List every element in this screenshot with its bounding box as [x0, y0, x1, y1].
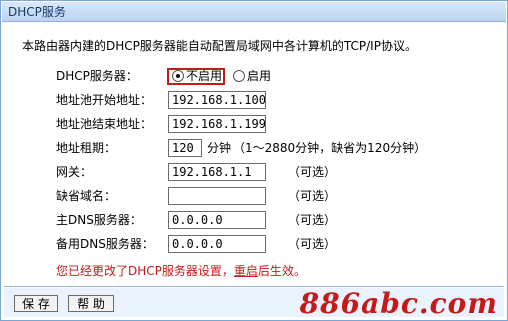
save-button[interactable]: 保 存	[14, 295, 58, 312]
help-button[interactable]: 帮 助	[68, 295, 114, 312]
gateway-row: 网关： 192.168.1.1 （可选）	[0, 162, 508, 182]
radio-enable[interactable]	[233, 70, 245, 82]
pool-end-row: 地址池结束地址： 192.168.1.199	[0, 114, 508, 134]
pool-start-input[interactable]: 192.168.1.100	[168, 91, 266, 109]
pool-start-label: 地址池开始地址：	[56, 93, 153, 107]
dns-primary-optional: （可选）	[288, 213, 337, 227]
intro-text: 本路由器内建的DHCP服务器能自动配置局域网中各计算机的TCP/IP协议。	[22, 39, 417, 53]
pool-start-row: 地址池开始地址： 192.168.1.100	[0, 90, 508, 110]
radio-enable-label: 启用	[247, 69, 272, 83]
restart-link[interactable]: 重启	[234, 264, 258, 278]
dns-primary-label: 主DNS服务器：	[56, 213, 142, 227]
domain-label: 缺省域名：	[56, 189, 117, 203]
dhcp-server-row: DHCP服务器： 不启用 启用	[0, 66, 508, 86]
window-title: DHCP服务	[2, 2, 506, 22]
domain-input[interactable]	[168, 187, 266, 205]
domain-optional: （可选）	[288, 189, 337, 203]
lease-input[interactable]: 120	[168, 139, 202, 157]
dns-secondary-label: 备用DNS服务器：	[56, 237, 154, 251]
gateway-optional: （可选）	[288, 165, 337, 179]
dns-primary-row: 主DNS服务器： 0.0.0.0 （可选）	[0, 210, 508, 230]
dns-primary-input[interactable]: 0.0.0.0	[168, 211, 266, 229]
domain-row: 缺省域名： （可选）	[0, 186, 508, 206]
highlight-box	[167, 68, 225, 85]
lease-unit: 分钟	[207, 141, 232, 155]
restart-warning: 您已经更改了DHCP服务器设置，重启后生效。	[56, 262, 306, 279]
dns-secondary-row: 备用DNS服务器： 0.0.0.0 （可选）	[0, 234, 508, 254]
dns-secondary-input[interactable]: 0.0.0.0	[168, 235, 266, 253]
gateway-label: 网关：	[56, 165, 93, 179]
warning-text-before: 您已经更改了DHCP服务器设置，	[56, 264, 234, 278]
dhcp-server-label: DHCP服务器：	[56, 69, 138, 83]
dns-secondary-optional: （可选）	[288, 237, 337, 251]
watermark-logo: 886abc.com	[299, 287, 498, 320]
gateway-input[interactable]: 192.168.1.1	[168, 163, 266, 181]
lease-row: 地址租期： 120 分钟 （1～2880分钟，缺省为120分钟）	[0, 138, 508, 158]
lease-hint: （1～2880分钟，缺省为120分钟）	[233, 141, 427, 155]
pool-end-label: 地址池结束地址：	[56, 117, 153, 131]
pool-end-input[interactable]: 192.168.1.199	[168, 115, 266, 133]
warning-text-after: 后生效。	[257, 264, 306, 278]
lease-label: 地址租期：	[56, 141, 117, 155]
